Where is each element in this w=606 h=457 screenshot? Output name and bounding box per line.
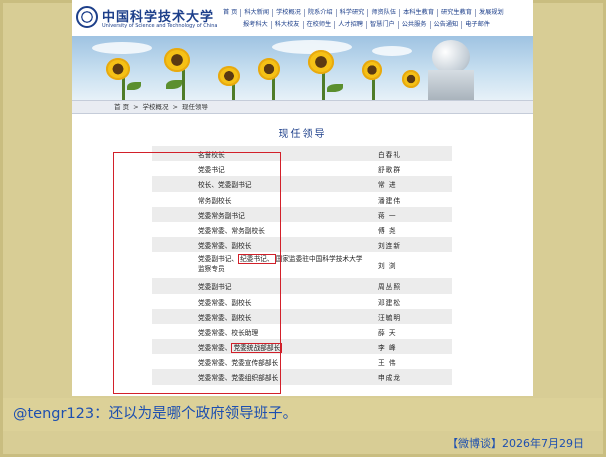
breadcrumb: 首 页 > 学校概况 > 现任领导 <box>72 100 533 114</box>
leader-name: 蒋 一 <box>378 211 397 220</box>
breadcrumb-link[interactable]: 现任领导 <box>182 101 208 113</box>
breadcrumb-separator: > <box>133 103 139 111</box>
nav-link[interactable]: 本科生教育 <box>400 9 439 17</box>
nav-link[interactable]: 院系介绍 <box>305 9 337 17</box>
sculpture-sphere <box>432 40 470 74</box>
flower-leaf <box>127 82 141 90</box>
sunflower <box>258 58 280 80</box>
nav-link[interactable]: 在校师生 <box>304 21 336 29</box>
cloud-shape <box>92 42 152 54</box>
nav-link[interactable]: 人才招聘 <box>335 21 367 29</box>
nav-link[interactable]: 科学研究 <box>337 9 369 17</box>
leader-name: 刘 浏 <box>378 262 397 271</box>
leader-name: 刘连新 <box>378 242 402 251</box>
sunflower <box>106 58 130 80</box>
leader-name: 李 峰 <box>378 344 397 353</box>
sunflower <box>362 60 382 80</box>
sunflower <box>308 50 334 74</box>
flower-leaf <box>166 80 182 89</box>
sunflower <box>402 70 420 88</box>
leader-name: 薛 天 <box>378 328 397 337</box>
flower-stem <box>182 66 185 100</box>
leader-name: 常 进 <box>378 181 397 190</box>
nav-link[interactable]: 智慧门户 <box>367 21 399 29</box>
weibo-comment: @tengr123：还以为是哪个政府领导班子。 <box>3 398 603 431</box>
nav-link[interactable]: 首 页 <box>220 9 242 17</box>
university-emblem-icon[interactable] <box>76 6 98 28</box>
page-title: 现任领导 <box>278 129 327 140</box>
sculpture-base <box>428 70 474 100</box>
cloud-shape <box>372 46 412 56</box>
nav-link[interactable]: 科大新闻 <box>241 9 274 17</box>
nav-link[interactable]: 公告通知 <box>431 21 463 29</box>
nav-link[interactable]: 发展规划 <box>476 9 507 17</box>
logo-text-en: University of Science and Technology of … <box>102 23 218 29</box>
sunflower-banner <box>72 36 533 100</box>
nav-link[interactable]: 公共服务 <box>399 21 431 29</box>
nav-link[interactable]: 研究生教育 <box>438 9 476 17</box>
leader-name: 白春礼 <box>378 151 402 159</box>
leader-name: 周丛照 <box>378 283 402 292</box>
source-credit: 【微博谈】2026年7月29日 <box>447 437 584 450</box>
nav-link[interactable]: 科大校友 <box>272 21 304 29</box>
breadcrumb-link[interactable]: 学校概况 <box>143 101 169 113</box>
nav-link[interactable]: 报考科大 <box>240 21 272 29</box>
leader-name: 傅 尧 <box>378 226 397 235</box>
breadcrumb-link[interactable]: 首 页 <box>114 101 129 113</box>
flower-leaf <box>327 84 343 92</box>
leader-name: 舒歌群 <box>378 166 402 175</box>
main-nav-row-1: 首 页科大新闻 学校概况 院系介绍 科学研究 师资队伍 本科生教育 研究生教育 发展规划 <box>220 9 507 17</box>
nav-link[interactable]: 师资队伍 <box>368 9 401 17</box>
flower-stem <box>122 76 125 100</box>
red-highlight-box <box>113 152 281 394</box>
breadcrumb-separator: > <box>172 103 178 111</box>
main-nav-row-2: 报考科大 科大校友 在校师生 人才招聘 智慧门户 公共服务 公告通知 电子邮件 <box>240 21 493 29</box>
leader-name: 申成龙 <box>378 374 402 383</box>
site-header: 中国科学技术大学 University of Science and Techn… <box>72 0 533 36</box>
leader-name: 邓建松 <box>378 298 402 307</box>
leader-name: 汪毓明 <box>378 313 402 322</box>
leader-name: 潘建伟 <box>378 196 402 205</box>
sunflower <box>164 48 190 72</box>
nav-link[interactable]: 电子邮件 <box>462 21 493 29</box>
leader-name: 王 伟 <box>378 359 397 368</box>
nav-link[interactable]: 学校概况 <box>273 9 305 17</box>
sunflower <box>218 66 240 86</box>
